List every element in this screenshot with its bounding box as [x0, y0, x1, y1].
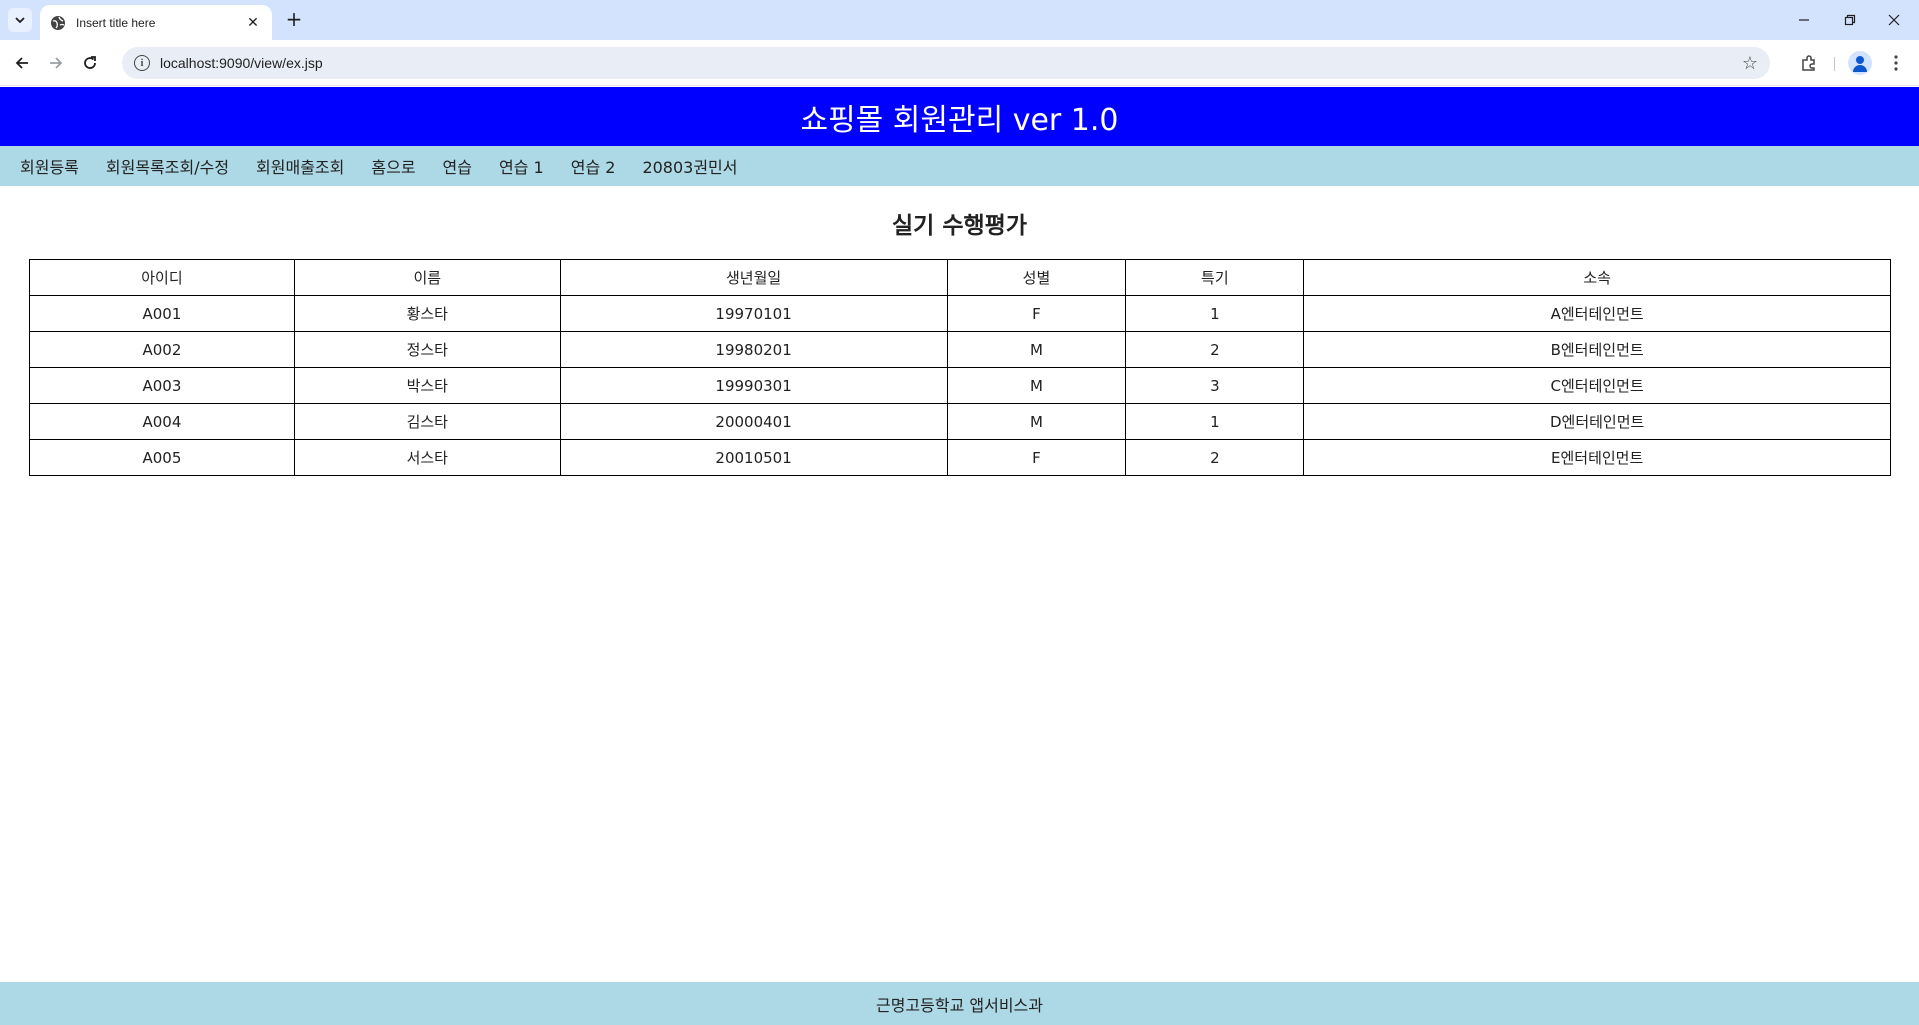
- page-title: 쇼핑몰 회원관리 ver 1.0: [800, 102, 1119, 138]
- tab-title: Insert title here: [76, 15, 156, 30]
- browser-toolbar: i localhost:9090/view/ex.jsp ☆: [0, 40, 1919, 86]
- menu-icon[interactable]: [1882, 49, 1910, 77]
- footer-text: 근명고등학교 앱서비스과: [875, 995, 1043, 1015]
- table-cell: 19980201: [559, 331, 948, 368]
- back-icon[interactable]: [8, 49, 36, 77]
- nav-item-member-register[interactable]: 회원등록: [20, 154, 79, 178]
- table-row: A002 정스타 19980201 M 2 B엔터테인먼트: [29, 331, 1891, 368]
- close-icon[interactable]: [1872, 6, 1916, 34]
- tab-close-icon[interactable]: ✕: [244, 15, 262, 31]
- table-cell: M: [946, 331, 1127, 368]
- table-cell: 2: [1125, 331, 1305, 368]
- forward-icon[interactable]: [42, 49, 70, 77]
- url-text[interactable]: localhost:9090/view/ex.jsp: [160, 55, 1742, 71]
- tab-search-icon[interactable]: [8, 8, 32, 32]
- table-cell: 서스타: [293, 439, 561, 476]
- table-cell: 정스타: [293, 331, 561, 368]
- column-header-talent: 특기: [1125, 259, 1305, 296]
- table-cell: 3: [1125, 367, 1305, 404]
- page-header: 쇼핑몰 회원관리 ver 1.0: [0, 87, 1919, 146]
- new-tab-button[interactable]: +: [282, 8, 306, 32]
- table-cell: 19970101: [559, 295, 948, 332]
- profile-icon[interactable]: [1848, 51, 1872, 75]
- browser-tabstrip: Insert title here ✕ +: [0, 0, 1919, 40]
- table-cell: 1: [1125, 403, 1305, 440]
- table-row: A005 서스타 20010501 F 2 E엔터테인먼트: [29, 439, 1891, 476]
- table-cell: A001: [29, 295, 295, 332]
- member-table: 아이디 이름 생년월일 성별 특기 소속 A001 황스타 19970101 F…: [29, 259, 1891, 476]
- table-cell: 박스타: [293, 367, 561, 404]
- table-cell: 20000401: [559, 403, 948, 440]
- main-nav: 회원등록 회원목록조회/수정 회원매출조회 홈으로 연습 연습 1 연습 2 2…: [0, 146, 1919, 186]
- toolbar-divider: [1834, 57, 1835, 71]
- column-header-id: 아이디: [29, 259, 295, 296]
- info-icon[interactable]: i: [134, 55, 150, 71]
- column-header-name: 이름: [293, 259, 561, 296]
- column-header-gender: 성별: [946, 259, 1127, 296]
- reload-icon[interactable]: [76, 49, 104, 77]
- table-cell: C엔터테인먼트: [1303, 367, 1891, 404]
- column-header-agency: 소속: [1303, 259, 1891, 296]
- table-cell: 1: [1125, 295, 1305, 332]
- nav-item-practice-2[interactable]: 연습 2: [571, 154, 616, 178]
- minimize-icon[interactable]: [1782, 6, 1826, 34]
- section-title: 실기 수행평가: [892, 213, 1027, 239]
- nav-item-member-sales[interactable]: 회원매출조회: [256, 154, 344, 178]
- table-cell: F: [946, 439, 1127, 476]
- table-cell: F: [946, 295, 1127, 332]
- browser-tab[interactable]: Insert title here ✕: [40, 5, 272, 40]
- table-cell: A엔터테인먼트: [1303, 295, 1891, 332]
- table-cell: E엔터테인먼트: [1303, 439, 1891, 476]
- table-cell: A003: [29, 367, 295, 404]
- nav-item-member-list[interactable]: 회원목록조회/수정: [106, 154, 229, 178]
- table-cell: 20010501: [559, 439, 948, 476]
- extensions-icon[interactable]: [1795, 49, 1823, 77]
- table-header-row: 아이디 이름 생년월일 성별 특기 소속: [29, 259, 1891, 296]
- page-footer: 근명고등학교 앱서비스과: [0, 982, 1919, 1025]
- nav-item-practice[interactable]: 연습: [443, 154, 472, 178]
- table-cell: A005: [29, 439, 295, 476]
- table-cell: 2: [1125, 439, 1305, 476]
- globe-icon: [50, 15, 66, 31]
- column-header-birthdate: 생년월일: [559, 259, 948, 296]
- table-cell: B엔터테인먼트: [1303, 331, 1891, 368]
- table-cell: 김스타: [293, 403, 561, 440]
- nav-item-student[interactable]: 20803권민서: [642, 154, 737, 178]
- table-cell: M: [946, 367, 1127, 404]
- restore-icon[interactable]: [1828, 6, 1872, 34]
- table-row: A004 김스타 20000401 M 1 D엔터테인먼트: [29, 403, 1891, 440]
- address-bar[interactable]: i localhost:9090/view/ex.jsp ☆: [122, 47, 1770, 79]
- table-cell: A002: [29, 331, 295, 368]
- star-icon[interactable]: ☆: [1742, 53, 1758, 74]
- nav-item-home[interactable]: 홈으로: [371, 154, 415, 178]
- table-row: A003 박스타 19990301 M 3 C엔터테인먼트: [29, 367, 1891, 404]
- table-cell: M: [946, 403, 1127, 440]
- table-cell: 황스타: [293, 295, 561, 332]
- table-cell: A004: [29, 403, 295, 440]
- table-cell: 19990301: [559, 367, 948, 404]
- nav-item-practice-1[interactable]: 연습 1: [499, 154, 544, 178]
- table-row: A001 황스타 19970101 F 1 A엔터테인먼트: [29, 295, 1891, 332]
- table-cell: D엔터테인먼트: [1303, 403, 1891, 440]
